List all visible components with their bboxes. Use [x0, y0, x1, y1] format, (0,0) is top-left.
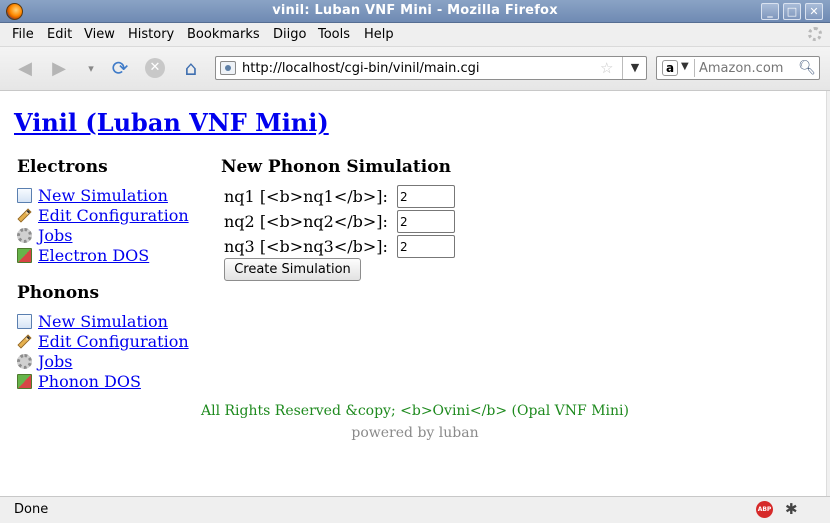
menu-edit[interactable]: Edit: [47, 27, 72, 42]
electrons-dos: Electron DOS: [17, 246, 217, 266]
electron-dos-link[interactable]: Electron DOS: [38, 246, 149, 265]
document-icon: [17, 188, 32, 203]
form-row-nq1: nq1 [<b>nq1</b>]:: [221, 184, 621, 209]
form-row-nq2: nq2 [<b>nq2</b>]:: [221, 209, 621, 234]
close-button[interactable]: ✕: [805, 3, 823, 20]
forward-icon[interactable]: ▶: [47, 56, 71, 80]
throbber-icon: [808, 27, 822, 41]
pencil-icon: [17, 334, 32, 349]
home-icon[interactable]: ⌂: [179, 56, 203, 80]
minimize-button[interactable]: _: [761, 3, 779, 20]
electrons-new-simulation-link[interactable]: New Simulation: [38, 186, 168, 205]
nq2-label: nq2 [<b>nq2</b>]:: [224, 212, 388, 231]
nq1-input[interactable]: [397, 185, 455, 208]
phonon-dos-link[interactable]: Phonon DOS: [38, 372, 141, 391]
url-input[interactable]: [242, 59, 592, 77]
search-bar[interactable]: a ▼ 🔍︎: [656, 56, 820, 80]
status-bar: Done ABP ✱: [0, 496, 830, 523]
electrons-jobs: Jobs: [17, 226, 217, 246]
menu-help[interactable]: Help: [364, 27, 394, 42]
menu-bookmarks[interactable]: Bookmarks: [187, 27, 260, 42]
menu-view[interactable]: View: [84, 27, 115, 42]
page-content: Vinil (Luban VNF Mini) Electrons New Sim…: [0, 91, 830, 496]
menu-diigo[interactable]: Diigo: [273, 27, 306, 42]
form-row-nq3: nq3 [<b>nq3</b>]:: [221, 234, 621, 259]
nq3-input[interactable]: [397, 235, 455, 258]
search-icon[interactable]: 🔍︎: [798, 60, 816, 76]
back-icon[interactable]: ◀: [13, 56, 37, 80]
chevron-down-icon: ▼: [681, 61, 689, 72]
sidebar: Electrons New Simulation Edit Configurat…: [17, 157, 217, 392]
stop-icon[interactable]: ✕: [143, 56, 167, 80]
window-titlebar: vinil: Luban VNF Mini - Mozilla Firefox …: [0, 0, 830, 23]
new-phonon-simulation-form: New Phonon Simulation nq1 [<b>nq1</b>]: …: [221, 157, 621, 281]
flag-icon: [17, 374, 32, 389]
adblock-icon[interactable]: ABP: [756, 501, 773, 518]
electrons-new-simulation: New Simulation: [17, 186, 217, 206]
phonons-dos: Phonon DOS: [17, 372, 217, 392]
flag-icon: [17, 248, 32, 263]
url-bar[interactable]: ☆ ▼: [215, 56, 647, 80]
window-title: vinil: Luban VNF Mini - Mozilla Firefox: [272, 3, 558, 18]
electrons-heading: Electrons: [17, 157, 108, 177]
menu-file[interactable]: File: [12, 27, 34, 42]
search-input[interactable]: [699, 60, 795, 76]
firebug-icon[interactable]: ✱: [785, 500, 798, 518]
document-icon: [17, 314, 32, 329]
menu-tools[interactable]: Tools: [318, 27, 350, 42]
phonons-edit-configuration-link[interactable]: Edit Configuration: [38, 332, 189, 351]
copyright-text: All Rights Reserved &copy; <b>Ovini</b> …: [201, 403, 629, 419]
amazon-icon: a: [662, 60, 678, 76]
electrons-edit-configuration: Edit Configuration: [17, 206, 217, 226]
phonons-edit-configuration: Edit Configuration: [17, 332, 217, 352]
form-title: New Phonon Simulation: [221, 157, 451, 177]
search-engine-selector[interactable]: a ▼: [659, 59, 695, 77]
pencil-icon: [17, 208, 32, 223]
gear-icon: [17, 228, 32, 243]
url-dropdown-icon[interactable]: ▼: [622, 57, 647, 79]
powered-by-text: powered by luban: [351, 425, 479, 441]
navigation-toolbar: ◀ ▶ ▾ ⟳ ✕ ⌂ ☆ ▼ a ▼ 🔍︎: [0, 47, 830, 91]
menu-history[interactable]: History: [128, 27, 174, 42]
nq1-label: nq1 [<b>nq1</b>]:: [224, 187, 388, 206]
menu-bar: File Edit View History Bookmarks Diigo T…: [0, 23, 830, 47]
maximize-button[interactable]: □: [783, 3, 801, 20]
page-title-link[interactable]: Vinil (Luban VNF Mini): [14, 108, 329, 137]
page-footer: All Rights Reserved &copy; <b>Ovini</b> …: [0, 403, 830, 441]
phonons-new-simulation-link[interactable]: New Simulation: [38, 312, 168, 331]
electrons-edit-configuration-link[interactable]: Edit Configuration: [38, 206, 189, 225]
phonons-heading: Phonons: [17, 283, 100, 303]
phonons-new-simulation: New Simulation: [17, 312, 217, 332]
history-dropdown-icon[interactable]: ▾: [79, 56, 103, 80]
electrons-jobs-link[interactable]: Jobs: [38, 226, 73, 245]
nq2-input[interactable]: [397, 210, 455, 233]
create-simulation-button[interactable]: Create Simulation: [224, 258, 361, 281]
site-identity-icon[interactable]: [220, 61, 236, 75]
reload-icon[interactable]: ⟳: [108, 56, 132, 80]
phonons-jobs: Jobs: [17, 352, 217, 372]
nq3-label: nq3 [<b>nq3</b>]:: [224, 237, 388, 256]
page-right-edge: [826, 91, 830, 496]
gear-icon: [17, 354, 32, 369]
phonons-jobs-link[interactable]: Jobs: [38, 352, 73, 371]
status-text: Done: [14, 502, 49, 517]
bookmark-star-icon[interactable]: ☆: [600, 59, 613, 77]
